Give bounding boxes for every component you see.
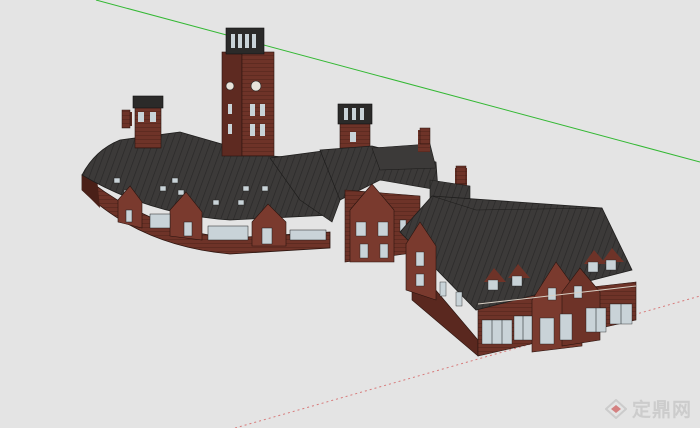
watermark-text: 定鼎网 — [631, 399, 692, 421]
building-model-scene[interactable] — [0, 0, 700, 428]
sketchup-viewport[interactable]: 定鼎网 — [0, 0, 700, 428]
clock-tower — [221, 27, 275, 157]
watermark: 定鼎网 — [604, 395, 692, 422]
diamond-logo-icon — [604, 398, 627, 419]
right-wing — [399, 195, 637, 357]
